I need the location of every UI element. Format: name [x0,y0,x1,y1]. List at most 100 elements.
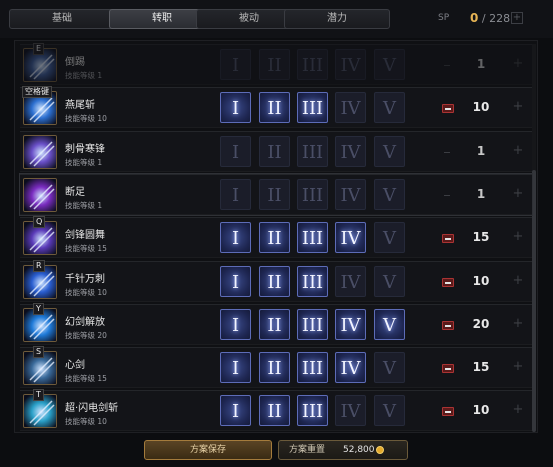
tier-4-button[interactable]: IV [335,178,366,210]
reset-preset-label: 方案重置 [289,445,326,455]
increase-level-button[interactable]: + [512,360,524,373]
tier-4-button[interactable]: IV [335,49,366,80]
tier-3-button[interactable]: III [297,222,328,254]
tier-4-button[interactable]: IV [335,395,366,427]
skill-row[interactable]: Q 剑锋圆舞 技能等级 15 I II III IV V 15 + [20,216,532,259]
tier-4-button[interactable]: IV [335,135,366,167]
decrease-level-button[interactable] [442,320,454,330]
tier-1-button[interactable]: I [220,395,251,427]
frost-blade-icon[interactable] [23,134,57,169]
tier-5-button[interactable]: V [374,352,405,384]
skill-name: 刺骨寒锋 [65,143,105,155]
skill-name: 断足 [65,186,85,198]
decrease-level-button[interactable] [442,234,454,244]
skill-name: 燕尾斩 [65,100,95,112]
decrease-level-button[interactable] [442,148,454,157]
tier-5-button[interactable]: V [374,308,405,340]
tier-3-button[interactable]: III [297,308,328,340]
increase-level-button[interactable]: + [512,317,524,330]
tier-4-button[interactable]: IV [335,92,366,124]
tier-2-button[interactable]: II [259,178,290,210]
increase-level-button[interactable]: + [512,230,524,243]
tier-4-button[interactable]: IV [335,265,366,297]
sp-plus-icon[interactable]: + [511,12,523,24]
tier-5-button[interactable]: V [374,135,405,167]
skill-level-value: 10 [472,403,490,418]
tier-5-button[interactable]: V [374,395,405,427]
tier-3-button[interactable]: III [297,352,328,384]
tier-2-button[interactable]: II [259,222,290,254]
scrollbar-thumb[interactable] [532,170,536,432]
tier-2-button[interactable]: II [259,265,290,297]
tier-1-button[interactable]: I [220,178,251,210]
tier-4-button[interactable]: IV [335,308,366,340]
skill-row[interactable]: Y 幻剑解放 技能等级 20 I II III IV V 20 + [20,302,532,345]
tier-4-button[interactable]: IV [335,352,366,384]
skill-level-value: 15 [472,360,490,375]
increase-level-button[interactable]: + [512,57,524,70]
tab-basic[interactable]: 基础 [9,9,115,29]
tier-3-button[interactable]: III [297,92,328,124]
tier-1-button[interactable]: I [220,352,251,384]
skill-row[interactable]: T 超·闪电剑斩 技能等级 10 I II III IV V 10 + [20,389,532,432]
tier-5-button[interactable]: V [374,49,405,80]
skill-level-text: 技能等级 10 [65,114,107,124]
decrease-level-button[interactable] [442,104,454,114]
increase-level-button[interactable]: + [512,403,524,416]
hotkey-badge: E [33,43,45,55]
tier-1-button[interactable]: I [220,265,251,297]
tier-3-button[interactable]: III [297,135,328,167]
skill-name: 心剑 [65,360,85,372]
skill-row[interactable]: E 倒踢 技能等级 1 I II III IV V 1 + [20,43,532,85]
bottom-bar [0,435,553,467]
tier-2-button[interactable]: II [259,308,290,340]
decrease-level-button[interactable] [442,277,454,287]
tier-2-button[interactable]: II [259,135,290,167]
increase-level-button[interactable]: + [512,274,524,287]
skill-row[interactable]: 空格键 燕尾斩 技能等级 10 I II III IV V 10 + [20,86,532,129]
skill-row[interactable]: 断足 技能等级 1 I II III IV V 1 + [19,172,533,216]
tier-3-button[interactable]: III [297,49,328,80]
tier-5-button[interactable]: V [374,178,405,210]
skill-name: 剑锋圆舞 [65,230,105,242]
hotkey-badge: Y [33,302,44,315]
skill-name: 超·闪电剑斩 [65,403,119,415]
tier-5-button[interactable]: V [374,92,405,124]
leg-break-icon[interactable] [23,177,57,212]
tier-2-button[interactable]: II [259,92,290,124]
skill-row[interactable]: 刺骨寒锋 技能等级 1 I II III IV V 1 + [20,130,532,172]
tier-2-button[interactable]: II [259,49,290,80]
tier-4-button[interactable]: IV [335,222,366,254]
decrease-level-button[interactable] [442,61,454,70]
hotkey-badge: 空格键 [22,86,52,99]
reset-preset-button[interactable]: 方案重置 52,800 [278,440,408,460]
skill-row[interactable]: S 心剑 技能等级 15 I II III IV V 15 + [20,346,532,389]
tier-5-button[interactable]: V [374,265,405,297]
tier-3-button[interactable]: III [297,265,328,297]
gold-coin-icon [376,446,384,454]
decrease-level-button[interactable] [442,364,454,374]
sp-total: 228 [489,12,511,25]
increase-level-button[interactable]: + [512,100,524,113]
skill-row[interactable]: R 千针万刺 技能等级 10 I II III IV V 10 + [20,259,532,302]
tab-potential[interactable]: 潜力 [284,9,390,29]
decrease-level-button[interactable] [442,407,454,417]
increase-level-button[interactable]: + [512,144,524,157]
skill-level-value: 1 [476,143,486,158]
tier-1-button[interactable]: I [220,222,251,254]
tier-1-button[interactable]: I [220,135,251,167]
sp-separator: / [481,12,486,25]
save-preset-button[interactable]: 方案保存 [144,440,272,460]
increase-level-button[interactable]: + [512,187,524,200]
tier-2-button[interactable]: II [259,395,290,427]
tier-2-button[interactable]: II [259,352,290,384]
tier-1-button[interactable]: I [220,92,251,124]
tier-3-button[interactable]: III [297,395,328,427]
tier-1-button[interactable]: I [220,308,251,340]
tier-1-button[interactable]: I [220,49,251,80]
tier-5-button[interactable]: V [374,222,405,254]
tier-3-button[interactable]: III [297,178,328,210]
sp-current: 0 [470,11,479,25]
decrease-level-button[interactable] [442,191,454,200]
skill-level-value: 1 [476,57,486,71]
